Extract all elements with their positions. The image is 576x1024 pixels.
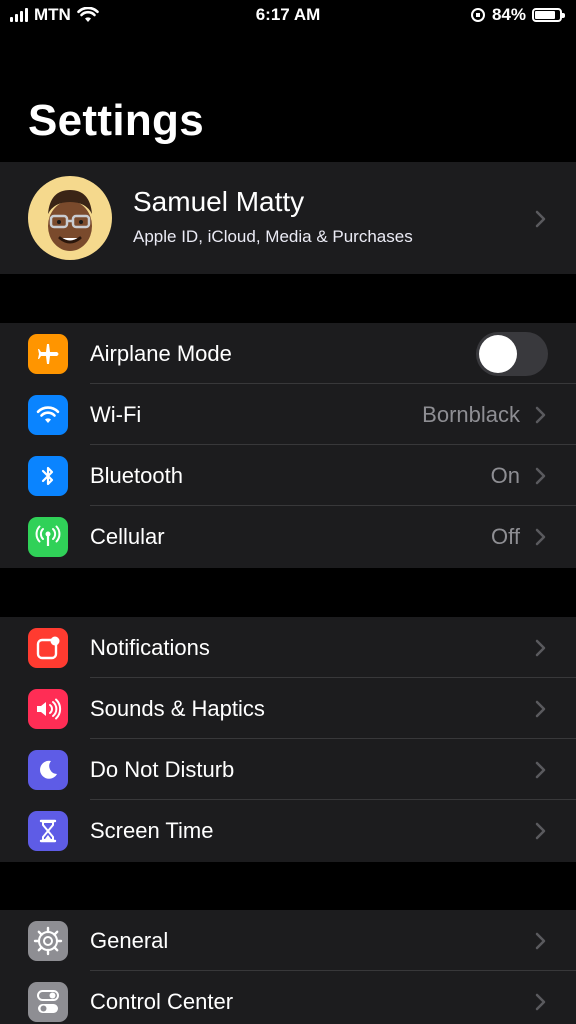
orientation-lock-icon xyxy=(470,8,485,22)
battery-icon xyxy=(532,8,565,22)
toggle-knob xyxy=(479,335,517,373)
chevron-right-icon xyxy=(535,467,546,485)
status-right: 84% xyxy=(470,5,565,25)
wifi-icon xyxy=(28,395,68,435)
airplane-mode-row: Airplane Mode xyxy=(0,323,576,384)
do-not-disturb-label: Do Not Disturb xyxy=(90,757,235,782)
control-center-label: Control Center xyxy=(90,989,234,1014)
chevron-right-icon xyxy=(535,822,546,840)
profile-subtitle: Apple ID, iCloud, Media & Purchases xyxy=(133,227,413,246)
wifi-row[interactable]: Wi-Fi Bornblack xyxy=(0,384,576,445)
bluetooth-icon xyxy=(28,456,68,496)
screen-time-label: Screen Time xyxy=(90,818,214,843)
chevron-right-icon xyxy=(535,210,546,228)
page-title: Settings xyxy=(28,96,204,145)
airplane-mode-label: Airplane Mode xyxy=(90,341,232,366)
battery-percent: 84% xyxy=(491,5,526,24)
memoji-avatar-icon xyxy=(48,190,92,251)
general-label: General xyxy=(90,928,169,953)
bluetooth-row[interactable]: Bluetooth On xyxy=(0,445,576,506)
notifications-row[interactable]: Notifications xyxy=(0,617,576,678)
moon-icon xyxy=(28,750,68,790)
chevron-right-icon xyxy=(535,639,546,657)
chevron-right-icon xyxy=(535,761,546,779)
hourglass-icon xyxy=(28,811,68,851)
sounds-haptics-row[interactable]: Sounds & Haptics xyxy=(0,678,576,739)
profile-row[interactable] xyxy=(0,162,576,274)
cellular-label: Cellular xyxy=(90,524,165,549)
general-group: General Control Center xyxy=(0,910,576,1024)
chevron-right-icon xyxy=(535,700,546,718)
toggles-icon xyxy=(28,982,68,1022)
cellular-row[interactable]: Cellular Off xyxy=(0,506,576,567)
chevron-right-icon xyxy=(535,993,546,1011)
notifications-icon xyxy=(28,628,68,668)
avatar xyxy=(28,176,112,260)
cellular-icon xyxy=(28,517,68,557)
control-center-row[interactable]: Control Center xyxy=(0,971,576,1024)
wifi-label: Wi-Fi xyxy=(90,402,142,427)
airplane-icon xyxy=(28,334,68,374)
connectivity-group: Airplane Mode Wi-Fi Bornblack Bluetooth … xyxy=(0,323,576,568)
cellular-value: Off xyxy=(491,524,520,549)
status-bar: MTN 6:17 AM 84% xyxy=(0,0,576,32)
screen-time-row[interactable]: Screen Time xyxy=(0,800,576,861)
sounds-haptics-label: Sounds & Haptics xyxy=(90,696,265,721)
profile-name: Samuel Matty xyxy=(133,186,305,217)
do-not-disturb-row[interactable]: Do Not Disturb xyxy=(0,739,576,800)
gear-icon xyxy=(28,921,68,961)
wifi-value: Bornblack xyxy=(422,402,520,427)
airplane-mode-toggle[interactable] xyxy=(476,332,548,376)
bluetooth-value: On xyxy=(490,463,520,488)
speaker-icon xyxy=(28,689,68,729)
chevron-right-icon xyxy=(535,932,546,950)
general-row[interactable]: General xyxy=(0,910,576,971)
notifications-label: Notifications xyxy=(90,635,210,660)
chevron-right-icon xyxy=(535,406,546,424)
chevron-right-icon xyxy=(535,528,546,546)
notifications-group: Notifications Sounds & Haptics Do Not Di… xyxy=(0,617,576,862)
bluetooth-label: Bluetooth xyxy=(90,463,183,488)
